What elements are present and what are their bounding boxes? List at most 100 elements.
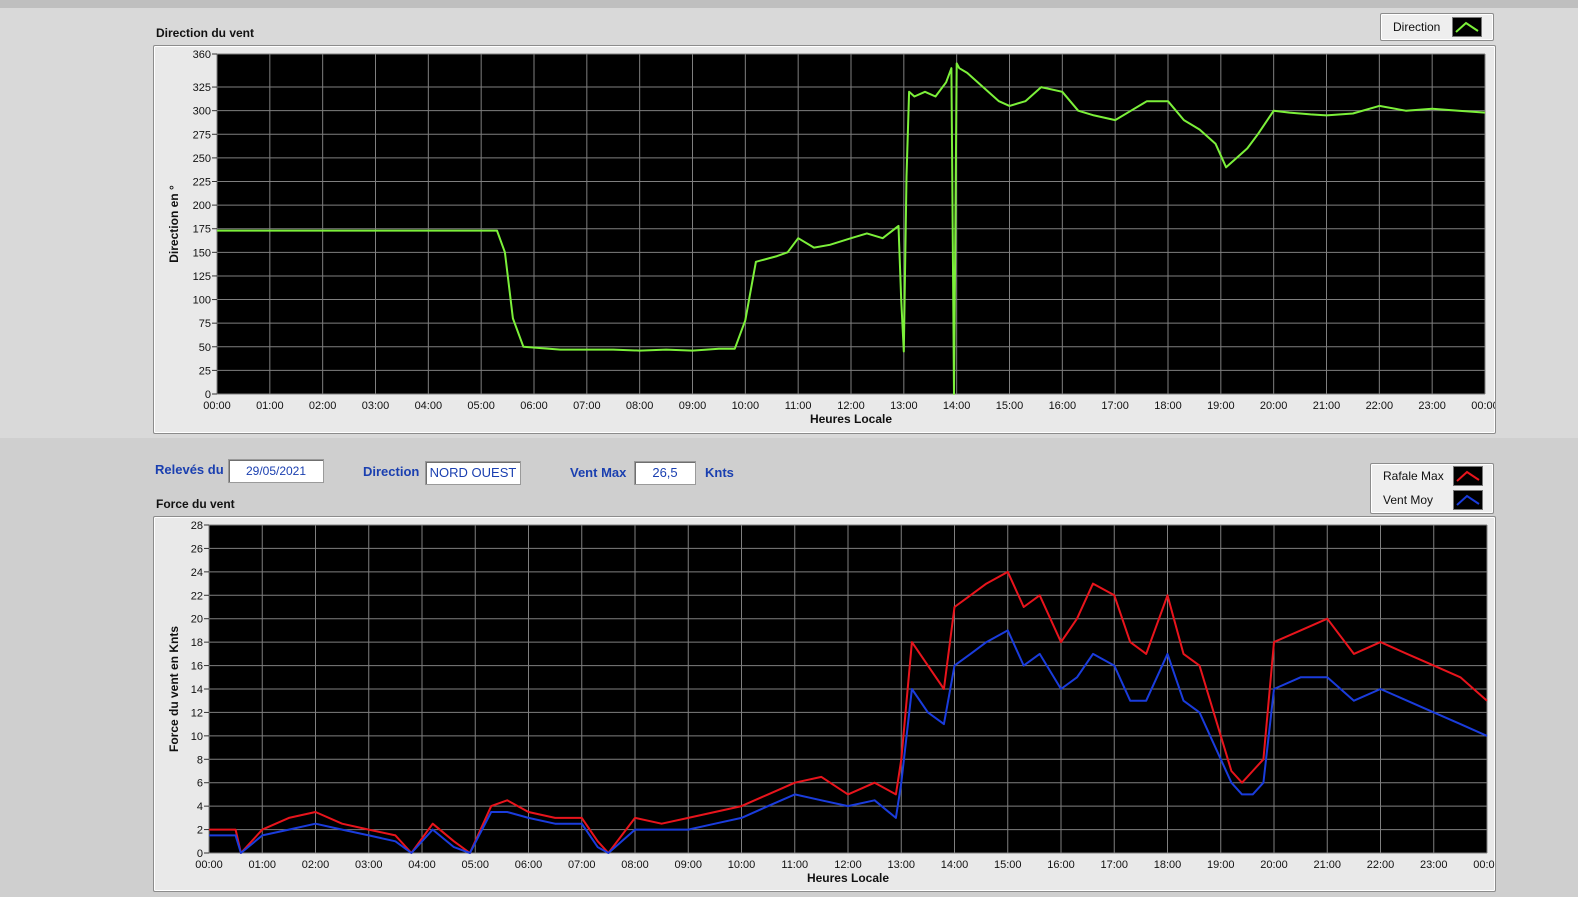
x-tick-label: 16:00 bbox=[1049, 400, 1077, 412]
x-tick-label: 12:00 bbox=[837, 400, 865, 412]
x-tick-label: 04:00 bbox=[408, 859, 436, 871]
x-tick-label: 00:00 bbox=[1473, 859, 1495, 871]
direction-label: Direction bbox=[363, 464, 420, 479]
x-tick-label: 14:00 bbox=[943, 400, 971, 412]
y-tick-label: 125 bbox=[193, 271, 211, 283]
x-tick-label: 07:00 bbox=[568, 859, 596, 871]
y-tick-label: 360 bbox=[193, 49, 211, 61]
x-tick-label: 15:00 bbox=[994, 859, 1022, 871]
date-field[interactable]: 29/05/2021 bbox=[228, 459, 324, 483]
y-tick-label: 18 bbox=[191, 637, 203, 649]
legend-label-moyen: Vent Moy bbox=[1383, 493, 1434, 507]
y-axis-title: Direction en ° bbox=[167, 185, 181, 263]
x-tick-label: 05:00 bbox=[467, 400, 495, 412]
direction-chart-panel: 00:00 01:00 02:00 03:00 04:00 05:00 06:00 07:00… bbox=[153, 45, 1496, 434]
x-tick-label: 07:00 bbox=[573, 400, 601, 412]
x-tick-label: 20:00 bbox=[1260, 859, 1288, 871]
force-legend[interactable]: Rafale Max Vent Moy bbox=[1370, 463, 1494, 514]
y-tick-label: 20 bbox=[191, 614, 203, 626]
x-tick-label: 11:00 bbox=[781, 859, 808, 871]
y-tick-label: 2 bbox=[197, 825, 203, 837]
x-tick-label: 02:00 bbox=[302, 859, 330, 871]
y-tick-label: 100 bbox=[193, 295, 211, 307]
x-tick-label: 17:00 bbox=[1101, 400, 1129, 412]
x-tick-label: 08:00 bbox=[621, 859, 649, 871]
x-tick-label: 17:00 bbox=[1100, 859, 1128, 871]
y-tick-label: 175 bbox=[193, 224, 211, 236]
x-axis-title: Heures Locale bbox=[810, 412, 892, 426]
y-tick-label: 225 bbox=[193, 177, 211, 189]
x-tick-label: 06:00 bbox=[520, 400, 548, 412]
x-tick-label: 13:00 bbox=[890, 400, 918, 412]
x-tick-label: 14:00 bbox=[941, 859, 969, 871]
x-tick-label: 21:00 bbox=[1313, 859, 1341, 871]
x-tick-label: 00:00 bbox=[1471, 400, 1495, 412]
y-tick-label: 26 bbox=[191, 543, 203, 555]
legend-label-direction: Direction bbox=[1393, 20, 1441, 34]
x-tick-label: 12:00 bbox=[834, 859, 862, 871]
x-tick-label: 02:00 bbox=[309, 400, 337, 412]
x-tick-label: 00:00 bbox=[195, 859, 223, 871]
y-tick-label: 0 bbox=[205, 389, 211, 401]
ventmax-field[interactable]: 26,5 bbox=[634, 461, 696, 485]
y-tick-label: 16 bbox=[191, 661, 203, 673]
x-tick-label: 13:00 bbox=[887, 859, 915, 871]
legend-item-direction[interactable]: Direction bbox=[1381, 15, 1493, 39]
x-tick-label: 21:00 bbox=[1313, 400, 1341, 412]
x-tick-label: 10:00 bbox=[728, 859, 756, 871]
x-tick-label: 19:00 bbox=[1207, 859, 1235, 871]
x-tick-label: 22:00 bbox=[1366, 400, 1394, 412]
legend-item-rafale[interactable]: Rafale Max bbox=[1371, 464, 1493, 488]
x-tick-label: 16:00 bbox=[1047, 859, 1075, 871]
x-tick-label: 18:00 bbox=[1154, 859, 1182, 871]
x-tick-label: 03:00 bbox=[355, 859, 383, 871]
y-tick-label: 300 bbox=[193, 106, 211, 118]
force-chart-title: Force du vent bbox=[156, 497, 235, 511]
y-tick-label: 10 bbox=[191, 731, 203, 743]
direction-legend[interactable]: Direction bbox=[1380, 13, 1494, 41]
y-tick-label: 28 bbox=[191, 520, 203, 532]
y-tick-label: 12 bbox=[191, 707, 203, 719]
x-axis-title: Heures Locale bbox=[807, 871, 889, 885]
force-chart-panel: 00:00 01:00 02:00 03:00 04:00 05:00 06:00 07:00… bbox=[153, 516, 1496, 892]
force-chart: 00:00 01:00 02:00 03:00 04:00 05:00 06:00 07:00… bbox=[167, 520, 1495, 885]
legend-label-rafale: Rafale Max bbox=[1383, 469, 1444, 483]
y-tick-label: 0 bbox=[197, 848, 203, 860]
x-tick-label: 18:00 bbox=[1154, 400, 1182, 412]
y-tick-label: 275 bbox=[193, 129, 211, 141]
top-band bbox=[0, 0, 1578, 8]
x-tick-label: 09:00 bbox=[674, 859, 702, 871]
x-tick-label: 05:00 bbox=[461, 859, 489, 871]
x-tick-label: 03:00 bbox=[362, 400, 390, 412]
legend-item-moyen[interactable]: Vent Moy bbox=[1371, 488, 1493, 512]
y-tick-label: 24 bbox=[191, 567, 203, 579]
direction-field[interactable]: NORD OUEST bbox=[425, 461, 521, 485]
legend-swatch-direction-icon bbox=[1452, 17, 1482, 37]
y-axis-title: Force du vent en Knts bbox=[167, 626, 181, 752]
y-tick-label: 325 bbox=[193, 82, 211, 94]
x-tick-label: 22:00 bbox=[1367, 859, 1395, 871]
y-tick-label: 22 bbox=[191, 590, 203, 602]
x-tick-label: 20:00 bbox=[1260, 400, 1288, 412]
x-tick-label: 10:00 bbox=[732, 400, 760, 412]
y-tick-label: 14 bbox=[191, 684, 203, 696]
y-tick-label: 50 bbox=[199, 342, 211, 354]
x-tick-label: 01:00 bbox=[256, 400, 284, 412]
y-tick-label: 25 bbox=[199, 365, 211, 377]
x-tick-label: 23:00 bbox=[1420, 859, 1448, 871]
legend-swatch-rafale-icon bbox=[1453, 466, 1483, 486]
y-tick-label: 200 bbox=[193, 200, 211, 212]
x-tick-label: 19:00 bbox=[1207, 400, 1235, 412]
direction-chart: 00:00 01:00 02:00 03:00 04:00 05:00 06:00 07:00… bbox=[167, 49, 1495, 426]
y-tick-label: 250 bbox=[193, 153, 211, 165]
y-tick-label: 6 bbox=[197, 778, 203, 790]
y-tick-label: 150 bbox=[193, 247, 211, 259]
x-tick-label: 09:00 bbox=[679, 400, 707, 412]
x-tick-label: 23:00 bbox=[1418, 400, 1446, 412]
x-tick-label: 04:00 bbox=[415, 400, 443, 412]
date-label: Relevés du bbox=[155, 462, 224, 477]
direction-chart-title: Direction du vent bbox=[156, 26, 255, 40]
y-tick-label: 75 bbox=[199, 318, 211, 330]
x-tick-label: 01:00 bbox=[248, 859, 276, 871]
legend-swatch-moyen-icon bbox=[1453, 490, 1483, 510]
